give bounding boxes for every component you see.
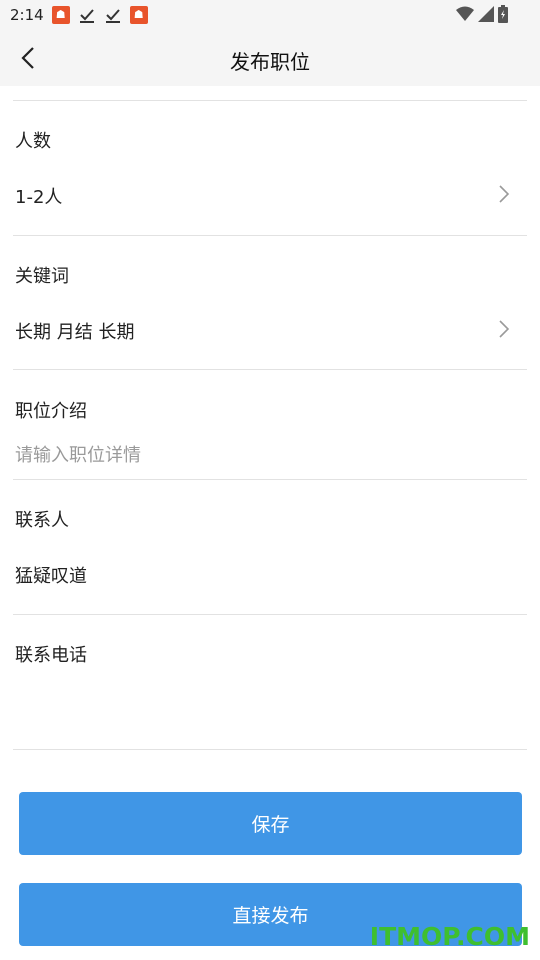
download-done-icon: [78, 6, 96, 24]
battery-icon: [498, 5, 508, 23]
chevron-right-icon: [499, 320, 510, 338]
headcount-label: 人数: [15, 131, 51, 152]
chevron-right-icon: [499, 185, 510, 203]
divider: [13, 614, 527, 615]
phone-input[interactable]: [15, 690, 515, 730]
headcount-value: 1-2人: [15, 187, 63, 208]
description-label: 职位介绍: [15, 401, 87, 422]
keywords-label: 关键词: [15, 266, 69, 287]
download-done-icon: [104, 6, 122, 24]
description-input[interactable]: 请输入职位详情: [15, 441, 515, 467]
keywords-value: 长期 月结 长期: [15, 322, 135, 343]
app-notification-icon: ☗: [51, 6, 70, 24]
title-bar: 发布职位: [0, 30, 540, 86]
status-bar: 2:14 ☗ ☗: [0, 0, 540, 30]
signal-icon: [478, 6, 494, 22]
divider: [13, 369, 527, 370]
contact-label: 联系人: [15, 510, 69, 531]
phone-label: 联系电话: [15, 645, 87, 666]
contact-input[interactable]: 猛疑叹道: [15, 562, 515, 588]
watermark: ITMOP.COM: [369, 922, 530, 951]
divider: [13, 235, 527, 236]
headcount-selector[interactable]: [13, 168, 527, 226]
status-right-icons: [456, 5, 508, 23]
app-notification-icon: ☗: [129, 6, 148, 24]
divider: [13, 479, 527, 480]
divider: [13, 100, 527, 101]
wifi-icon: [456, 6, 474, 22]
divider: [13, 749, 527, 750]
status-time: 2:14: [10, 6, 44, 24]
save-button[interactable]: 保存: [19, 792, 522, 855]
page-title: 发布职位: [230, 50, 310, 74]
